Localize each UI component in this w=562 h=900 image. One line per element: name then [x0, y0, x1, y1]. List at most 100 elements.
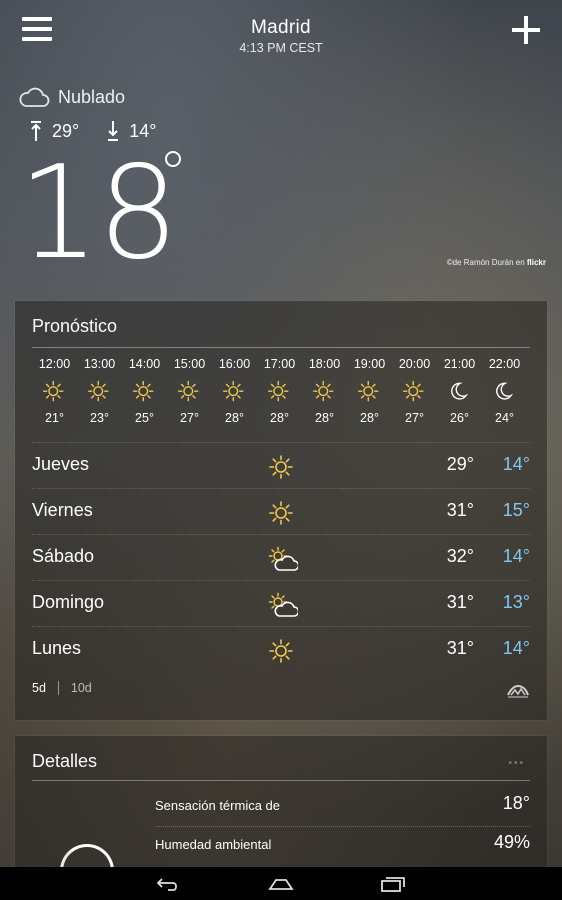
- forecast-divider: [32, 347, 530, 348]
- detail-row-feels-like: Sensación térmica de 18°: [155, 786, 530, 827]
- sun-icon: [392, 377, 437, 407]
- day-low: 13°: [502, 592, 530, 612]
- cloud-icon: [19, 87, 50, 107]
- day-name: Domingo: [32, 592, 105, 612]
- hour-temp: 28°: [225, 411, 244, 425]
- local-time: 4:13 PM CEST: [239, 41, 323, 55]
- hourly-item: 17:00 28°: [257, 357, 302, 425]
- hour-temp: 27°: [405, 411, 424, 425]
- photo-credit[interactable]: ©de Ramón Durán en flickr: [447, 258, 546, 267]
- range-10d[interactable]: 10d: [71, 681, 92, 695]
- hour-temp: 26°: [450, 411, 469, 425]
- hourly-item: 19:00 28°: [347, 357, 392, 425]
- day-high: 29°: [446, 454, 474, 474]
- daily-row[interactable]: Lunes 31° 14°: [32, 626, 530, 672]
- sun-icon: [77, 377, 122, 407]
- forecast-title: Pronóstico: [32, 316, 118, 336]
- day-name: Viernes: [32, 500, 93, 520]
- sun-icon: [212, 377, 257, 407]
- hourly-item: 21:00 26°: [437, 357, 482, 425]
- day-low: 15°: [502, 500, 530, 520]
- hour-time: 14:00: [128, 357, 161, 371]
- day-low: 14°: [502, 454, 530, 474]
- daily-forecast: Jueves 29° 14° Viernes 31° 15° Sábado 32° 14° Dom…: [32, 442, 530, 672]
- back-icon[interactable]: [139, 867, 199, 900]
- hour-time: 21:00: [443, 357, 476, 371]
- sun-icon: [32, 377, 77, 407]
- day-name: Jueves: [32, 454, 90, 474]
- hour-time: 17:00: [263, 357, 296, 371]
- daily-row[interactable]: Domingo 31° 13°: [32, 580, 530, 626]
- sun-icon: [268, 499, 298, 534]
- hour-time: 12:00: [38, 357, 71, 371]
- sun-icon: [167, 377, 212, 407]
- partly-cloudy-icon: [268, 591, 300, 626]
- detail-value: 18°: [502, 793, 530, 813]
- detail-label: Sensación térmica de: [155, 798, 281, 813]
- detail-label: Humedad ambiental: [155, 837, 272, 852]
- weather-provider-logo[interactable]: [506, 681, 530, 699]
- daily-row[interactable]: Viernes 31° 15°: [32, 488, 530, 534]
- hour-temp: 28°: [270, 411, 289, 425]
- hour-temp: 21°: [45, 411, 64, 425]
- degree-symbol: [165, 151, 181, 167]
- hour-temp: 23°: [90, 411, 109, 425]
- details-card: Detalles ••• Sensación térmica de 18° Hu…: [15, 736, 547, 898]
- day-name: Sábado: [32, 546, 95, 566]
- hour-temp: 28°: [315, 411, 334, 425]
- home-icon[interactable]: [251, 867, 311, 900]
- forecast-card: Pronóstico 12:00 21° 13:00 23° 14:00 25° 15:00…: [15, 301, 547, 720]
- more-icon[interactable]: •••: [508, 758, 525, 769]
- moon-icon: [482, 377, 527, 407]
- day-high: 31°: [446, 500, 474, 520]
- day-low: 14°: [502, 546, 530, 566]
- hourly-forecast: 12:00 21° 13:00 23° 14:00 25° 15:00 27° 16:00 28°…: [32, 357, 532, 425]
- hourly-item: 22:00 24°: [482, 357, 527, 425]
- hourly-item: 20:00 27°: [392, 357, 437, 425]
- hourly-item: 16:00 28°: [212, 357, 257, 425]
- current-condition: Nublado: [18, 86, 125, 108]
- day-high: 32°: [446, 546, 474, 566]
- hourly-item: 12:00 21°: [32, 357, 77, 425]
- partly-cloudy-icon: [268, 545, 300, 580]
- system-nav-bar: [0, 867, 562, 900]
- hour-time: 15:00: [173, 357, 206, 371]
- hour-temp: 25°: [135, 411, 154, 425]
- daily-row[interactable]: Sábado 32° 14°: [32, 534, 530, 580]
- daily-row[interactable]: Jueves 29° 14°: [32, 442, 530, 488]
- hour-temp: 27°: [180, 411, 199, 425]
- sun-icon: [347, 377, 392, 407]
- hourly-item: 13:00 23°: [77, 357, 122, 425]
- recent-apps-icon[interactable]: [363, 867, 423, 900]
- sun-icon: [268, 453, 298, 488]
- add-location-icon[interactable]: [512, 16, 540, 44]
- range-5d[interactable]: 5d: [32, 681, 46, 695]
- hour-time: 13:00: [83, 357, 116, 371]
- hour-time: 20:00: [398, 357, 431, 371]
- day-high: 31°: [446, 638, 474, 658]
- hour-time: 19:00: [353, 357, 386, 371]
- hour-time: 16:00: [218, 357, 251, 371]
- hour-temp: 28°: [360, 411, 379, 425]
- day-name: Lunes: [32, 638, 82, 658]
- sun-icon: [257, 377, 302, 407]
- hourly-item: 15:00 27°: [167, 357, 212, 425]
- sun-icon: [302, 377, 347, 407]
- sun-icon: [122, 377, 167, 407]
- day-high: 31°: [446, 592, 474, 612]
- moon-icon: [437, 377, 482, 407]
- day-low: 14°: [502, 638, 530, 658]
- current-temperature: 18: [18, 139, 179, 288]
- hourly-item: 14:00 25°: [122, 357, 167, 425]
- detail-row-humidity: Humedad ambiental 49%: [155, 825, 530, 865]
- hour-time: 18:00: [308, 357, 341, 371]
- detail-value: 49%: [493, 832, 530, 852]
- details-title: Detalles: [32, 751, 98, 771]
- range-separator: [57, 681, 59, 695]
- sun-icon: [268, 637, 298, 672]
- details-divider: [32, 780, 530, 781]
- hour-temp: 24°: [495, 411, 514, 425]
- condition-label: Nublado: [58, 86, 126, 107]
- hourly-item: 18:00 28°: [302, 357, 347, 425]
- city-name: Madrid: [251, 17, 311, 38]
